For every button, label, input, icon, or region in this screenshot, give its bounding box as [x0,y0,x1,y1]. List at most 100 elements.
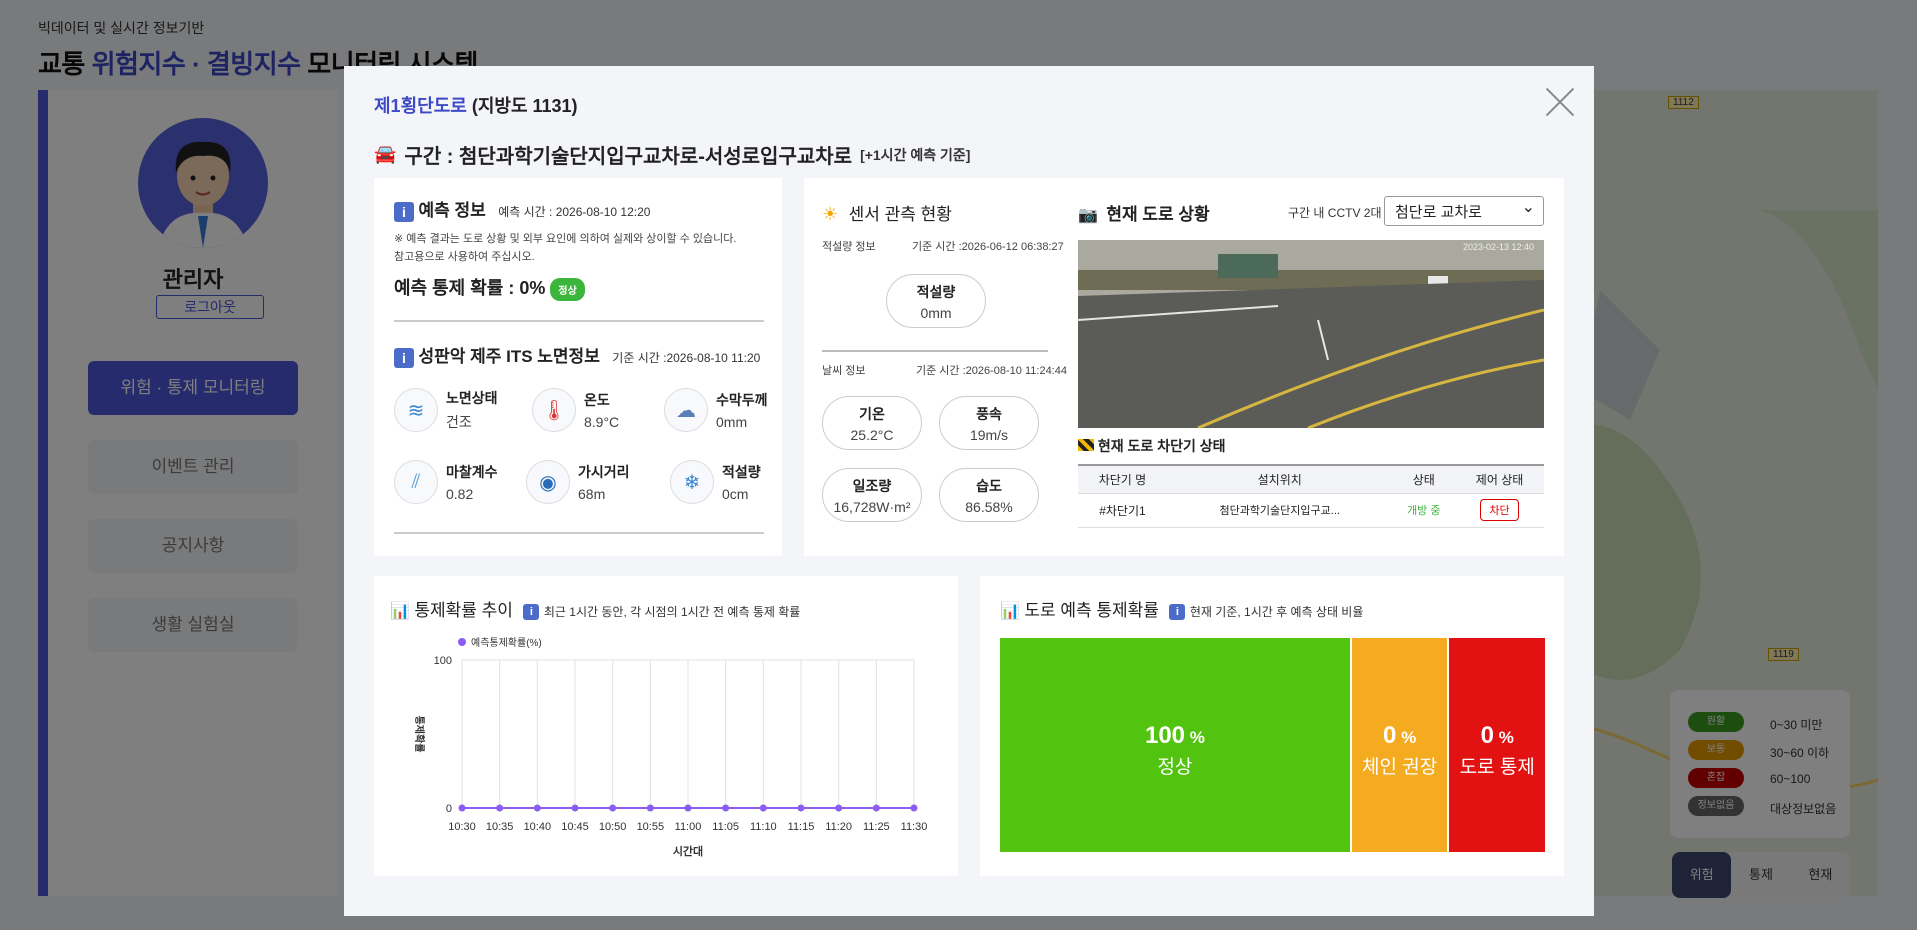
predict-card: 📊 도로 예측 통제확률 i 현재 기준, 1시간 후 예측 상태 비율 100… [980,576,1564,876]
bar-chart-icon: 📊 [1000,603,1020,620]
x-tick-label: 11:05 [712,821,739,833]
barrier-header: 현재 도로 차단기 상태 [1078,436,1225,456]
its-item-road-surface: ≋ 노면상태 건조 [394,388,498,432]
data-point [533,804,541,812]
x-tick-label: 10:35 [486,821,514,833]
pill-label: 습도 [976,478,1002,494]
close-icon[interactable] [1544,86,1576,118]
table-row: #차단기1 첨단과학기술단지입구교... 개방 중 차단 [1078,493,1544,527]
its-time: 기준 시간 :2026-08-10 11:20 [612,351,761,365]
predict-stacked-bar: 100 % 정상 0 % 체인 권장 0 % 도로 통제 [1000,638,1545,852]
cctv-select[interactable]: 첨단로 교차로 [1384,196,1544,226]
segment-label: 체인 권장 [1362,757,1438,778]
column-header: 차단기 명 [1098,472,1147,487]
legend-label: 예측통제확률(%) [471,637,542,649]
sensor-road-card: ☀ 센서 관측 현황 적설량 정보 기준 시간 :2026-06-12 06:3… [804,178,1564,556]
wind-icon: ≋ [394,388,438,432]
car-icon: 🚘 [374,144,397,164]
barrier-status: 개방 중 [1407,505,1441,517]
data-point [458,804,466,812]
its-item-friction: ⫽ 마찰계수 0.82 [394,460,498,504]
x-tick-label: 10:40 [524,821,552,833]
sensor-header: ☀ 센서 관측 현황 [822,200,952,225]
trend-card: 📊 통제확률 추이 i 최근 1시간 동안, 각 시점의 1시간 전 예측 통제… [374,576,958,876]
table-header-row: 차단기 명 설치위치 상태 제어 상태 [1078,465,1544,493]
road-code: (지방도 1131) [471,96,578,116]
predict-segment-2: 0 % 도로 통제 [1447,638,1545,852]
data-point [609,804,617,812]
its-header: i 성판악 제주 ITS 노면정보 기준 시간 :2026-08-10 11:2… [394,342,760,368]
cctv-count: 구간 내 CCTV 2대 [1288,206,1382,220]
data-point [872,804,880,812]
x-axis-label: 시간대 [673,844,703,858]
camera-icon: 📷 [1078,207,1098,224]
prob-value: 0% [519,278,546,298]
x-tick-label: 11:25 [863,821,890,833]
forecast-title: 예측 정보 [418,201,486,220]
x-tick-label: 11:10 [750,821,777,833]
bar-chart-icon: 📊 [390,603,410,620]
column-header: 상태 [1412,472,1435,487]
its-label: 마찰계수 [446,464,498,480]
data-point [797,804,805,812]
its-label: 온도 [584,392,610,408]
column-header: 제어 상태 [1475,472,1524,487]
data-point [835,804,843,812]
forecast-note: 참고용으로 사용하여 주십시오. [394,251,535,263]
pill-value: 0mm [920,305,952,321]
pill-value: 86.58% [965,499,1013,515]
trend-line-chart: 예측통제확률(%) 0 100 10:30 10:35 10:40 10:45 10:50 10… [413,637,927,858]
pill-value: 16,728W·m² [833,499,911,515]
weather-pill-solar: 일조량 16,728W·m² [822,468,922,522]
its-label: 노면상태 [446,390,498,406]
eye-icon: ◉ [526,460,570,504]
data-point [759,804,767,812]
forecast-probability: 예측 통제 확률 : 0% 정상 [394,274,585,301]
its-label: 수막두께 [716,392,768,408]
pill-label: 풍속 [976,406,1002,422]
snow-depth-pill: 적설량 0mm [886,274,986,328]
road-name: 제1횡단도로 [374,96,467,116]
x-tick-label: 11:00 [675,821,702,833]
x-tick-label: 10:30 [448,821,476,833]
info-icon: i [523,603,540,620]
data-point [910,804,918,812]
segment-percent: 0 % [1480,722,1514,749]
modal-title: 제1횡단도로 (지방도 1131) [374,92,578,118]
snow-info-time: 기준 시간 :2026-06-12 06:38:27 [912,241,1064,253]
barrier-location: 첨단과학기술단지입구교... [1219,505,1340,517]
barrier-control-cell: 차단 [1455,493,1544,527]
cctv-image: 2023-02-13 12:40 [1078,240,1544,428]
barrier-table: 차단기 명 설치위치 상태 제어 상태 #차단기1 첨단과학기술단지입구교...… [1078,464,1544,528]
x-tick-label: 11:20 [825,821,852,833]
road-status-header: 📷 현재 도로 상황 [1078,200,1210,225]
its-value: 0cm [722,486,749,502]
thermometer-icon: 🌡 [532,388,576,432]
its-item-temperature: 🌡 온도 8.9°C [532,388,619,432]
info-icon: i [394,201,414,222]
segment-label: 도로 통제 [1459,757,1535,778]
data-point [722,804,730,812]
predict-segment-0: 100 % 정상 [1000,638,1350,852]
road-detail-modal: 제1횡단도로 (지방도 1131) 🚘 구간 : 첨단과학기술단지입구교차로-서… [344,66,1594,916]
barrier-name: #차단기1 [1099,503,1146,518]
data-point [684,804,692,812]
its-value: 0.82 [446,486,474,502]
forecast-note: ※ 예측 결과는 도로 상황 및 외부 요인에 의하여 실제와 상이할 수 있습… [394,233,737,245]
snow-cloud-icon: ❄ [670,460,714,504]
column-header: 설치위치 [1257,472,1302,487]
weather-info-time: 기준 시간 :2026-08-10 11:24:44 [916,365,1067,377]
its-value: 8.9°C [584,414,620,430]
predict-header: 📊 도로 예측 통제확률 i 현재 기준, 1시간 후 예측 상태 비율 [1000,596,1363,621]
pill-label: 적설량 [916,284,956,300]
x-tick-label: 10:55 [637,821,665,833]
its-label: 가시거리 [578,464,630,480]
segment-percent: 0 % [1383,722,1417,749]
info-icon: i [1169,603,1186,620]
data-point [646,804,654,812]
cctv-timestamp: 2023-02-13 12:40 [1462,242,1534,252]
sensor-title: 센서 관측 현황 [848,205,952,224]
pill-label: 일조량 [852,478,892,494]
its-item-visibility: ◉ 가시거리 68m [526,460,630,504]
block-button[interactable]: 차단 [1480,499,1519,521]
